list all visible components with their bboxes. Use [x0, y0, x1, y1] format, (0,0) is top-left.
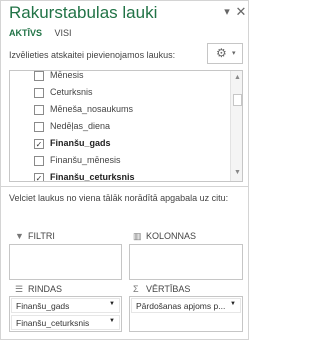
- field-label: Finanšu_gads: [50, 138, 111, 148]
- field-label: Ceturksnis: [50, 87, 93, 97]
- chevron-down-icon[interactable]: ▼: [230, 301, 236, 307]
- tab-bar: AKTĪVS VISI: [9, 28, 82, 38]
- field-label: Mēnesis: [50, 70, 84, 80]
- field-checkbox[interactable]: [34, 71, 44, 81]
- values-field-pill[interactable]: Pārdošanas apjoms p... ▼: [131, 298, 241, 313]
- pane-title: Rakurstabulas lauki: [9, 3, 158, 22]
- section-divider: [1, 186, 248, 187]
- scroll-down-icon[interactable]: ▼: [234, 169, 241, 176]
- field-checkbox[interactable]: [34, 88, 44, 98]
- tab-all[interactable]: VISI: [55, 28, 72, 38]
- rows-drop-zone[interactable]: Finanšu_gads ▼ Finanšu_ceturksnis ▼: [9, 296, 122, 332]
- chevron-down-icon[interactable]: ▼: [109, 301, 115, 307]
- rows-field-pill[interactable]: Finanšu_ceturksnis ▼: [11, 315, 120, 330]
- field-label: Nedēļas_diena: [50, 121, 111, 131]
- values-area-label: VĒRTĪBAS: [146, 284, 191, 294]
- field-label: Mēneša_nosaukums: [50, 104, 134, 114]
- field-label: Finanšu_mēnesis: [50, 155, 121, 165]
- field-checkbox-checked[interactable]: ✓: [34, 139, 44, 149]
- columns-drop-zone[interactable]: [129, 244, 243, 280]
- tab-active[interactable]: AKTĪVS: [9, 28, 42, 38]
- drag-instructions: Velciet laukus no viena tālāk norādītā a…: [9, 193, 229, 203]
- pill-label: Finanšu_ceturksnis: [16, 318, 90, 328]
- chevron-down-icon: ▾: [232, 50, 236, 57]
- pivot-field-list-pane: Rakurstabulas lauki ▾ ✕ AKTĪVS VISI Izvē…: [0, 0, 249, 340]
- columns-area-label: KOLONNAS: [146, 231, 197, 241]
- scrollbar-thumb[interactable]: [233, 94, 242, 106]
- field-checkbox[interactable]: [34, 156, 44, 166]
- sigma-icon: Σ: [133, 284, 139, 294]
- chevron-down-icon[interactable]: ▼: [109, 318, 115, 324]
- field-checkbox[interactable]: [34, 122, 44, 132]
- field-label: Finanšu_ceturksnis: [50, 172, 135, 182]
- filters-drop-zone[interactable]: [9, 244, 122, 280]
- pill-label: Finanšu_gads: [16, 301, 70, 311]
- field-list: Mēnesis Ceturksnis Mēneša_nosaukums Nedē…: [9, 70, 243, 182]
- filter-icon: ▼: [15, 231, 24, 241]
- gear-icon: ⚙: [216, 46, 227, 60]
- field-list-prompt: Izvēlieties atskaitei pievienojamos lauk…: [9, 50, 176, 60]
- filters-area-label: FILTRI: [28, 231, 55, 241]
- field-checkbox-checked[interactable]: ✓: [34, 173, 44, 181]
- field-checkbox[interactable]: [34, 105, 44, 115]
- columns-icon: ▥: [133, 231, 142, 241]
- close-icon[interactable]: ✕: [234, 5, 248, 19]
- tools-button[interactable]: ⚙ ▾: [207, 43, 243, 64]
- rows-area-label: RINDAS: [28, 284, 63, 294]
- pill-label: Pārdošanas apjoms p...: [136, 301, 226, 311]
- rows-field-pill[interactable]: Finanšu_gads ▼: [11, 298, 120, 313]
- values-drop-zone[interactable]: Pārdošanas apjoms p... ▼: [129, 296, 243, 332]
- rows-icon: ☰: [15, 284, 24, 294]
- field-list-scrollbar[interactable]: ▲ ▼: [230, 71, 242, 181]
- chevron-down-icon[interactable]: ▾: [220, 5, 234, 19]
- scroll-up-icon[interactable]: ▲: [234, 74, 241, 81]
